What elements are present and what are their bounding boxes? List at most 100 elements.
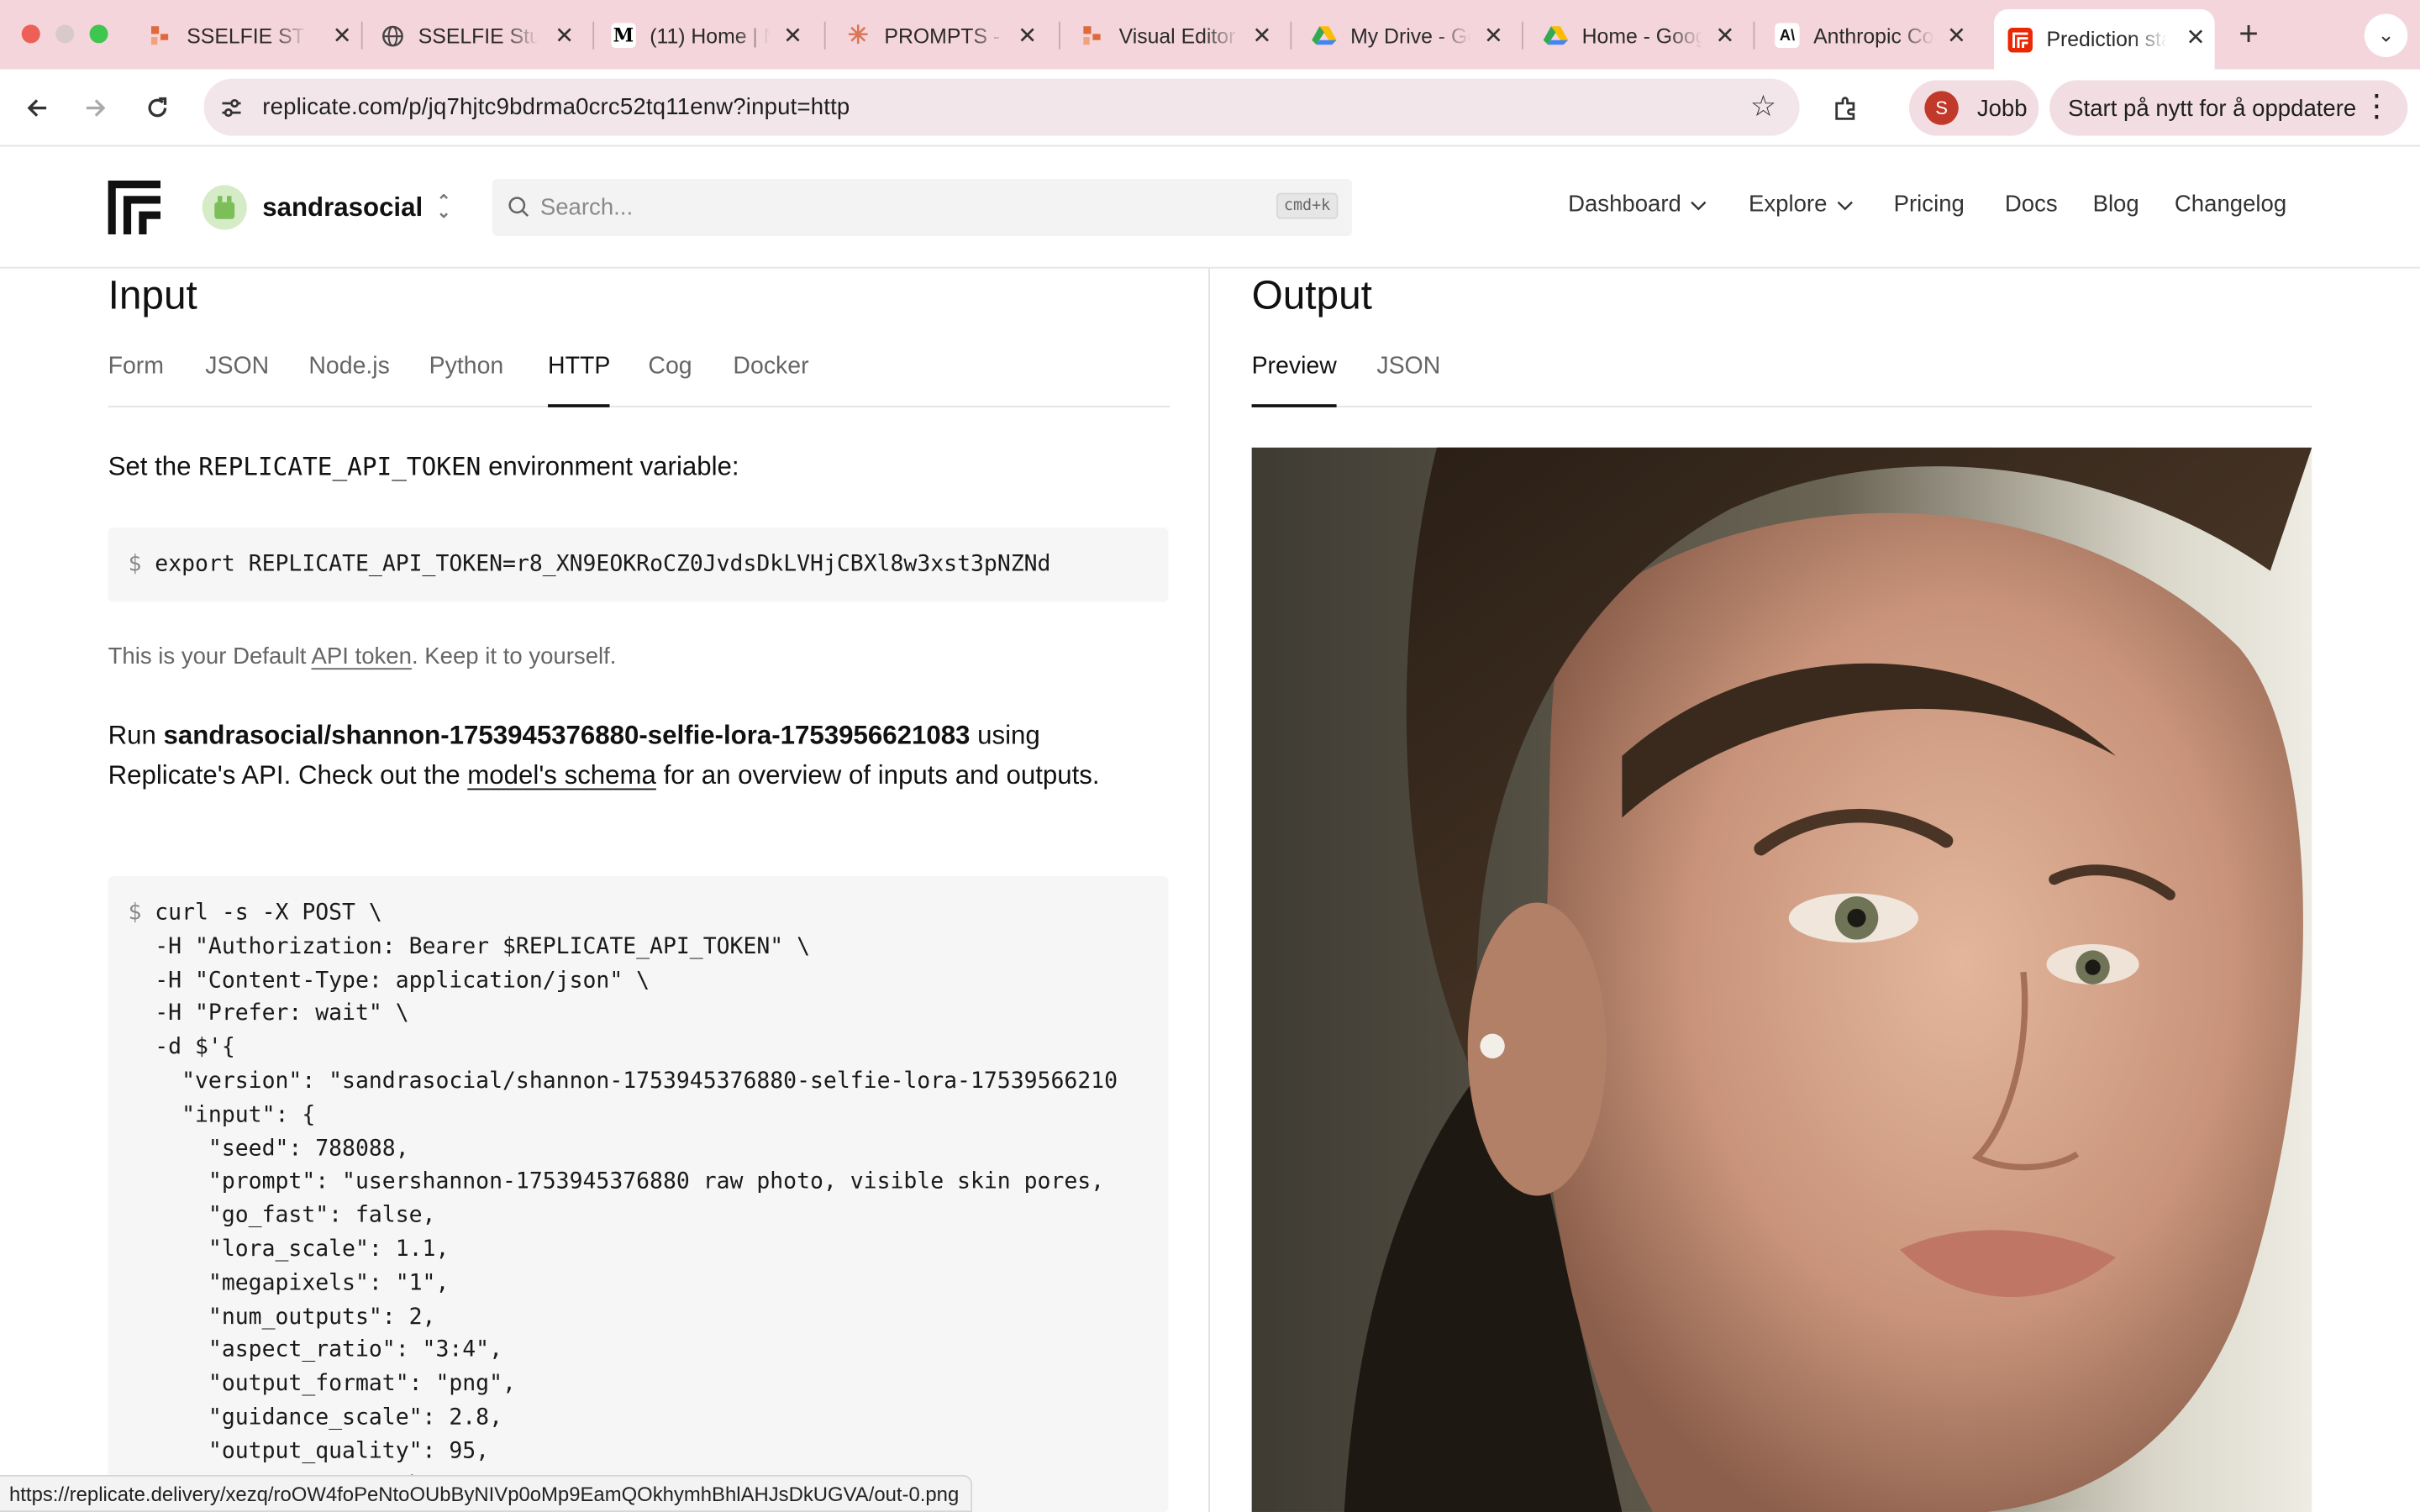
input-tabs: Form JSON Node.js Python HTTP Cog Docker	[108, 354, 1171, 407]
tab-title: (11) Home | Medium	[650, 24, 770, 48]
tab-cog[interactable]: Cog	[648, 354, 692, 407]
run-text: Run	[108, 720, 164, 750]
nav-label: Dashboard	[1568, 191, 1681, 218]
tab-output-json[interactable]: JSON	[1376, 354, 1440, 407]
tab-json[interactable]: JSON	[205, 354, 269, 407]
tab-python[interactable]: Python	[429, 354, 504, 407]
nav-dashboard[interactable]: Dashboard	[1568, 192, 1707, 218]
tab-title: Home - Google Drive	[1581, 24, 1702, 48]
code-line: "version": "sandrasocial/shannon-1753945…	[128, 1068, 1118, 1095]
nav-docs[interactable]: Docs	[2005, 192, 2058, 218]
export-code-block[interactable]: $ export REPLICATE_API_TOKEN=r8_XN9EOKRo…	[108, 528, 1169, 602]
medium-icon: M	[611, 23, 636, 48]
kebab-menu-icon[interactable]: ⋮	[2361, 87, 2392, 125]
tab-title: SSELFIE Studio	[418, 24, 539, 48]
browser-window: SSELFIE STUDIO ✕ SSELFIE Studio ✕ M (11)…	[0, 0, 2420, 1512]
browser-tab[interactable]: Home - Google Drive ✕	[1543, 13, 1744, 59]
tab-form[interactable]: Form	[108, 354, 164, 407]
nav-changelog[interactable]: Changelog	[2175, 192, 2286, 218]
browser-tab[interactable]: ✳ PROMPTS - Claude ✕	[846, 13, 1047, 59]
close-tab-icon[interactable]: ✕	[783, 22, 802, 50]
code-line: "megapixels": "1",	[128, 1271, 450, 1296]
token-note-text: This is your Default	[108, 643, 312, 670]
close-window-button[interactable]	[21, 24, 40, 44]
env-instructions: Set the REPLICATE_API_TOKEN environment …	[108, 448, 739, 488]
nav-explore[interactable]: Explore	[1749, 192, 1854, 218]
model-name: sandrasocial/shannon-1753945376880-selfi…	[163, 720, 971, 750]
tab-title: PROMPTS - Claude	[884, 24, 1004, 48]
close-tab-icon[interactable]: ✕	[2186, 24, 2206, 50]
output-tabs: Preview JSON	[1251, 354, 2312, 407]
code-line: "aspect_ratio": "3:4",	[128, 1338, 503, 1363]
replicate-icon	[2007, 27, 2033, 52]
code-line: "output_format": "png",	[128, 1372, 516, 1397]
browser-tab[interactable]: A\ Anthropic Console ✕	[1775, 13, 1975, 59]
reload-button[interactable]	[137, 88, 177, 129]
tab-docker[interactable]: Docker	[733, 354, 808, 407]
search-shortcut: cmd+k	[1276, 192, 1339, 219]
account-name: sandrasocial	[262, 192, 424, 222]
tab-search-button[interactable]: ⌄	[2364, 13, 2408, 57]
token-note-text: . Keep it to yourself.	[411, 643, 617, 670]
output-title: Output	[1251, 271, 1372, 318]
extensions-icon[interactable]	[1826, 88, 1866, 129]
sselfie-favicon-icon	[148, 24, 172, 48]
close-tab-icon[interactable]: ✕	[1252, 22, 1271, 50]
chevron-down-icon	[1691, 192, 1707, 218]
tab-preview[interactable]: Preview	[1251, 354, 1337, 407]
model-schema-link[interactable]: model's schema	[467, 760, 656, 790]
anthropic-icon: A\	[1775, 23, 1800, 48]
env-var-name: REPLICATE_API_TOKEN	[198, 452, 481, 482]
profile-name: Jobb	[1976, 94, 2028, 122]
maximize-window-button[interactable]	[89, 24, 108, 44]
tab-http[interactable]: HTTP	[548, 354, 611, 407]
browser-tab[interactable]: SSELFIE Studio ✕	[380, 13, 583, 59]
browser-tab-active[interactable]: Prediction status ✕	[1994, 9, 2215, 70]
close-tab-icon[interactable]: ✕	[555, 22, 574, 50]
tab-title: Anthropic Console	[1813, 24, 1934, 48]
close-tab-icon[interactable]: ✕	[1484, 22, 1503, 50]
restart-to-update-button[interactable]: Start på nytt for å oppdatere ⋮	[2049, 80, 2408, 136]
back-button[interactable]	[17, 88, 57, 129]
search-placeholder: Search...	[539, 194, 634, 221]
bookmark-star-icon[interactable]: ☆	[1750, 90, 1776, 125]
site-settings-icon[interactable]	[219, 96, 244, 129]
browser-tab[interactable]: My Drive - Google Drive ✕	[1312, 13, 1512, 59]
code-line: "prompt": "usershannon-1753945376880 raw…	[128, 1169, 1105, 1195]
code-line: "seed": 788088,	[128, 1136, 409, 1162]
replicate-logo[interactable]	[108, 180, 161, 235]
restart-label: Start på nytt for å oppdatere	[2068, 94, 2357, 122]
sselfie-favicon-icon	[1081, 24, 1105, 48]
close-tab-icon[interactable]: ✕	[333, 22, 352, 50]
code-line: "lora_scale": 1.1,	[128, 1236, 450, 1263]
search-icon	[508, 196, 529, 225]
account-switcher[interactable]: sandrasocial ⌃ ⌄	[202, 185, 451, 230]
status-url-bar: https://replicate.delivery/xezq/roOW4foP…	[0, 1474, 973, 1512]
code-line: "guidance_scale": 2.8,	[128, 1405, 503, 1431]
address-bar[interactable]: replicate.com/p/jq7hjtc9bdrma0crc52tq11e…	[203, 78, 1800, 136]
close-tab-icon[interactable]: ✕	[1018, 22, 1037, 50]
forward-button[interactable]	[76, 88, 116, 129]
profile-button[interactable]: S Jobb	[1908, 80, 2039, 136]
code-line: $ curl -s -X POST \	[128, 900, 382, 927]
curl-code-block[interactable]: $ curl -s -X POST \ -H "Authorization: B…	[108, 876, 1169, 1512]
minimize-window-button[interactable]	[55, 24, 75, 44]
code-line: -H "Content-Type: application/json" \	[128, 968, 650, 994]
close-tab-icon[interactable]: ✕	[1715, 22, 1734, 50]
url-text: replicate.com/p/jq7hjtc9bdrma0crc52tq11e…	[262, 94, 850, 121]
new-tab-button[interactable]: +	[2228, 14, 2269, 55]
search-input[interactable]: Search... cmd+k	[492, 179, 1352, 237]
browser-tab[interactable]: M (11) Home | Medium ✕	[611, 13, 812, 59]
tab-title: Visual Editor	[1118, 24, 1236, 48]
browser-tab[interactable]: Visual Editor ✕	[1081, 13, 1281, 59]
tab-strip: SSELFIE STUDIO ✕ SSELFIE Studio ✕ M (11)…	[0, 0, 2420, 70]
output-image[interactable]	[1251, 447, 2312, 1512]
tab-nodejs[interactable]: Node.js	[308, 354, 390, 407]
close-tab-icon[interactable]: ✕	[1947, 22, 1966, 50]
google-drive-icon	[1312, 24, 1337, 48]
api-token-link[interactable]: API token	[311, 643, 411, 669]
code-line: -d $'{	[128, 1035, 235, 1061]
nav-pricing[interactable]: Pricing	[1894, 192, 1965, 218]
nav-blog[interactable]: Blog	[2093, 192, 2139, 218]
browser-tab[interactable]: SSELFIE STUDIO ✕	[148, 13, 360, 59]
